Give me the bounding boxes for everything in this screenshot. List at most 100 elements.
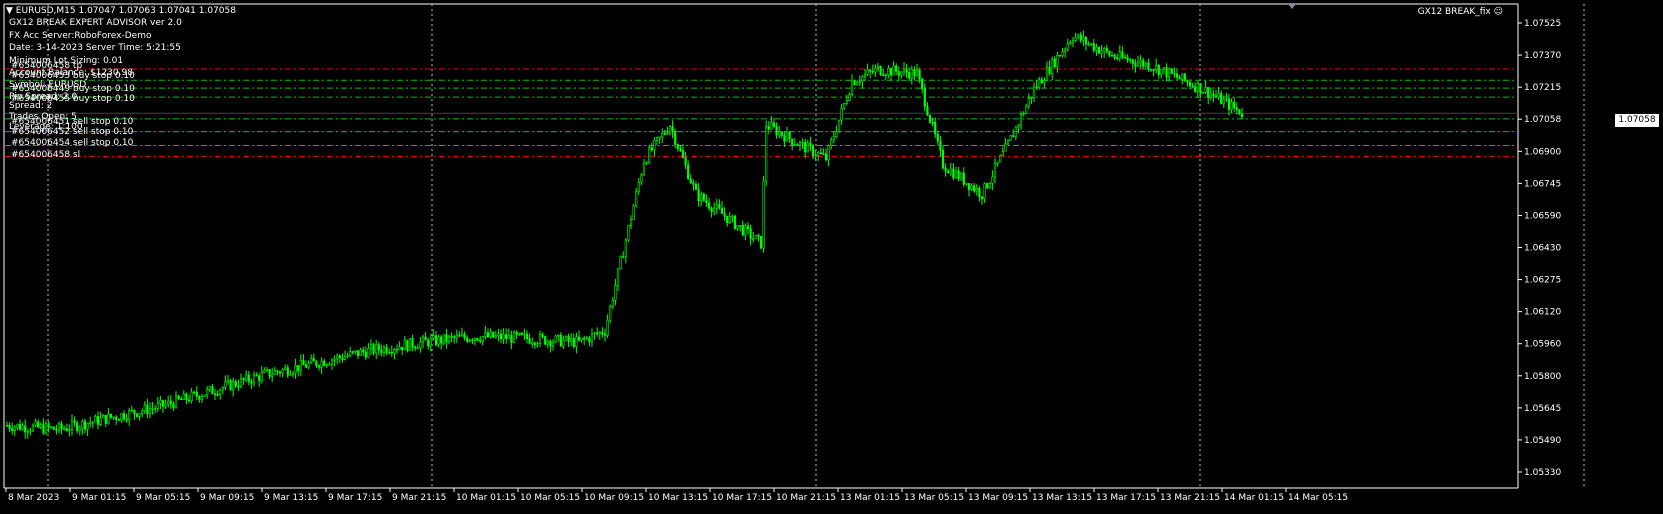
candle-body (338, 355, 341, 359)
candle-body (424, 336, 427, 341)
candle-body (362, 349, 365, 353)
candle-body (369, 344, 373, 349)
x-tick-label: 10 Mar 05:15 (520, 493, 580, 503)
candle-body (921, 78, 924, 89)
candle-body (1069, 42, 1072, 45)
candle-body (733, 215, 737, 230)
candle-body (554, 335, 557, 343)
candle-body (505, 334, 508, 340)
candle-body (980, 196, 984, 200)
candle-body (853, 80, 856, 86)
candle-body (1108, 50, 1111, 56)
x-tick-label: 14 Mar 01:15 (1224, 493, 1284, 503)
candle-body (796, 144, 799, 146)
candle-body (954, 170, 958, 179)
candle-body (1058, 54, 1062, 57)
candle-body (1131, 59, 1134, 64)
candle-body (148, 408, 152, 414)
candle-body (531, 342, 534, 345)
y-tick-label: 1.07058 (1524, 115, 1561, 125)
candle-body (590, 333, 594, 343)
candle-body (1040, 79, 1043, 84)
candle-body (146, 404, 149, 414)
candle-body (5, 425, 9, 427)
candle-body (104, 414, 107, 424)
candle-body (783, 135, 786, 142)
candle-body (973, 185, 976, 192)
candle-body (723, 213, 726, 217)
candle-body (676, 144, 679, 149)
candle-body (999, 155, 1002, 163)
x-tick-label: 8 Mar 2023 (8, 493, 59, 503)
candle-body (408, 338, 412, 351)
candle-body (128, 410, 131, 421)
candle-body (713, 207, 716, 212)
y-tick-label: 1.07215 (1524, 83, 1561, 93)
candle-body (24, 425, 27, 433)
candle-body (736, 225, 739, 230)
candle-body (923, 88, 926, 107)
candle-body (648, 147, 651, 163)
candle-body (567, 336, 570, 342)
candle-body (70, 420, 74, 430)
candle-body (304, 364, 308, 368)
candle-body (819, 152, 822, 155)
candle-body (707, 202, 711, 209)
candle-body (60, 423, 63, 430)
candle-body (174, 395, 178, 409)
candle-body (427, 339, 430, 347)
candle-body (1025, 105, 1028, 114)
candle-body (957, 170, 960, 180)
candle-body (271, 374, 274, 377)
candle-body (1009, 135, 1012, 141)
candle-body (1220, 93, 1223, 105)
candle-body (1012, 135, 1015, 138)
candle-body (107, 413, 110, 424)
candle-body (120, 413, 123, 421)
candle-body (941, 149, 945, 169)
candle-body (294, 365, 297, 374)
candle-body (507, 334, 510, 340)
candle-body (882, 74, 885, 76)
candle-body (1064, 48, 1067, 52)
candle-body (1048, 66, 1051, 74)
candle-body (453, 336, 456, 339)
candle-body (814, 155, 817, 157)
chart-shift-marker-icon[interactable] (1288, 4, 1296, 9)
y-tick-label: 1.06590 (1524, 211, 1561, 221)
candle-body (549, 340, 552, 347)
candle-body (988, 183, 991, 189)
candle-body (21, 425, 24, 430)
candle-body (759, 235, 763, 249)
candle-body (528, 338, 531, 344)
candle-body (650, 147, 653, 151)
candle-body (645, 162, 648, 164)
candle-body (1027, 97, 1030, 107)
candle-body (606, 319, 609, 336)
x-tick-label: 9 Mar 09:15 (200, 493, 254, 503)
candle-body (1144, 62, 1147, 67)
candle-body (642, 162, 646, 176)
candle-body (1035, 86, 1038, 89)
x-tick-label: 9 Mar 13:15 (264, 493, 318, 503)
chart-window[interactable]: 1.07525 1.07370 1.07215 1.07058 1.06900 1.067… (0, 0, 1663, 510)
candle-body (947, 170, 950, 174)
candle-body (167, 400, 170, 405)
price-chart[interactable]: 1.07525 1.07370 1.07215 1.07058 1.06900 1.067… (0, 0, 1663, 510)
candle-body (47, 423, 50, 428)
candle-body (8, 425, 11, 429)
candle-body (154, 408, 157, 410)
candle-body (122, 413, 126, 420)
candle-body (856, 82, 859, 86)
candle-body (739, 224, 742, 227)
candle-body (468, 339, 471, 342)
candle-body (692, 182, 695, 185)
candle-body (16, 423, 19, 428)
candle-body (473, 337, 477, 341)
x-tick-label: 9 Mar 17:15 (328, 493, 382, 503)
candle-body (546, 340, 549, 345)
candle-body (466, 337, 469, 342)
x-tick-label: 13 Mar 21:15 (1160, 493, 1220, 503)
x-tick-label: 10 Mar 09:15 (584, 493, 644, 503)
candle-body (317, 365, 321, 368)
